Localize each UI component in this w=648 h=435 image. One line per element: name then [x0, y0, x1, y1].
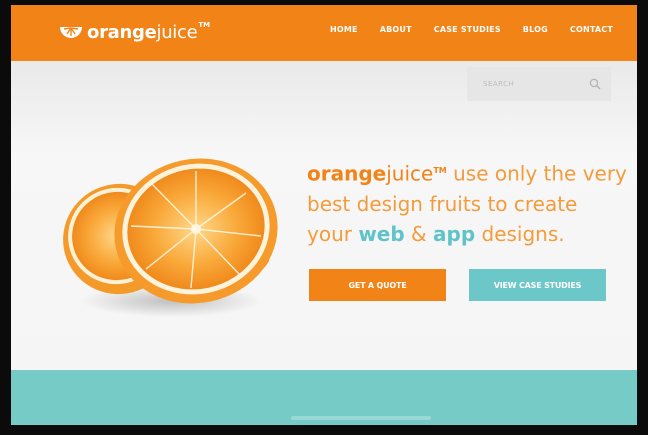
- logo-trademark: TM: [198, 21, 211, 29]
- site-logo[interactable]: orange juice TM: [59, 19, 210, 45]
- logo-text-light: juice: [156, 21, 198, 43]
- nav-case-studies[interactable]: CASE STUDIES: [434, 25, 501, 34]
- headline-text-end: designs.: [475, 221, 565, 246]
- logo-text-bold: orange: [87, 21, 157, 43]
- headline-trademark: TM: [433, 166, 447, 175]
- nav-home[interactable]: HOME: [330, 25, 358, 34]
- main-nav: HOME ABOUT CASE STUDIES BLOG CONTACT: [330, 25, 613, 34]
- teal-section: [11, 370, 637, 425]
- headline-app: app: [433, 221, 476, 246]
- nav-blog[interactable]: BLOG: [523, 25, 548, 34]
- section-heading-cutoff: [291, 416, 431, 420]
- search-input[interactable]: [481, 79, 589, 89]
- search-icon[interactable]: [589, 78, 601, 90]
- nav-about[interactable]: ABOUT: [380, 25, 412, 34]
- get-a-quote-button[interactable]: GET A QUOTE: [309, 269, 446, 301]
- headline-ampersand: &: [404, 221, 433, 246]
- browser-viewport: orange juice TM HOME ABOUT CASE STUDIES …: [11, 5, 637, 425]
- search-box: [467, 67, 611, 101]
- headline-brand-light: juice: [386, 161, 434, 186]
- site-header: orange juice TM HOME ABOUT CASE STUDIES …: [11, 5, 637, 61]
- hero-headline: orangejuiceTM use only the very best des…: [307, 156, 627, 249]
- view-case-studies-button[interactable]: VIEW CASE STUDIES: [469, 269, 606, 301]
- hero-section: orangejuiceTM use only the very best des…: [11, 61, 637, 370]
- nav-contact[interactable]: CONTACT: [570, 25, 613, 34]
- headline-web: web: [358, 221, 405, 246]
- orange-slice-logo-icon: [60, 27, 82, 38]
- orange-halves-image: [63, 158, 278, 317]
- headline-brand-bold: orange: [307, 161, 387, 186]
